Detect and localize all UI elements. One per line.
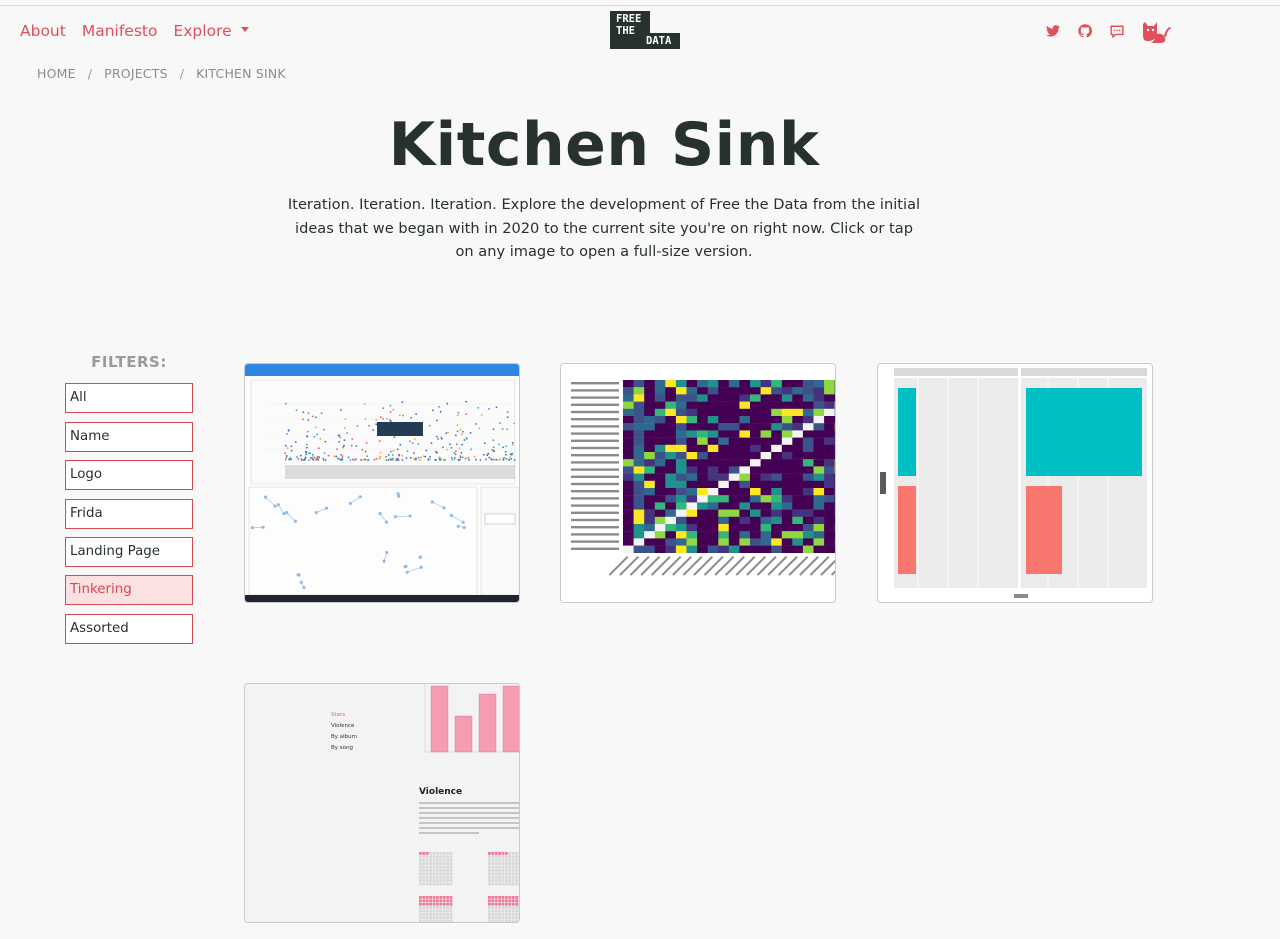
thumbnail-menu-stars: Stars (331, 712, 345, 718)
thumbnail-heading-violence: Violence (419, 787, 462, 797)
filter-name[interactable]: Name (65, 422, 193, 452)
page-description: Iteration. Iteration. Iteration. Explore… (287, 196, 921, 260)
filter-tinkering[interactable]: Tinkering (65, 575, 193, 605)
filter-landing-page[interactable]: Landing Page (65, 537, 193, 567)
top-divider (0, 5, 1280, 6)
cat-icon[interactable] (1142, 18, 1172, 44)
nav-manifesto[interactable]: Manifesto (82, 22, 158, 40)
filter-all[interactable]: All (65, 383, 193, 413)
gallery-thumbnail-heatmap[interactable] (560, 363, 836, 603)
gallery-thumbnail-bar-chart[interactable] (877, 363, 1153, 603)
filter-logo[interactable]: Logo (65, 460, 193, 490)
breadcrumb-home[interactable]: HOME (37, 66, 76, 81)
filter-assorted[interactable]: Assorted (65, 614, 193, 644)
github-icon[interactable] (1078, 24, 1092, 38)
breadcrumb-projects[interactable]: PROJECTS (104, 66, 168, 81)
breadcrumb: HOME / PROJECTS / KITCHEN SINK (37, 66, 286, 81)
main-nav: About Manifesto Explore (20, 22, 249, 40)
gallery-thumbnail-violence-page[interactable]: Stars Violence By album By song Violence (244, 683, 520, 923)
site-logo[interactable]: FREE THE DATA (610, 11, 680, 49)
nav-explore-dropdown[interactable]: Explore (173, 22, 249, 40)
logo-word-data: DATA (646, 35, 672, 47)
comment-icon[interactable] (1110, 25, 1124, 38)
breadcrumb-separator: / (87, 66, 93, 81)
thumbnail-menu-by-song: By song (331, 745, 353, 751)
filter-frida[interactable]: Frida (65, 499, 193, 529)
thumbnail-menu-violence: Violence (331, 723, 355, 729)
page-title: Kitchen Sink (388, 110, 820, 180)
chevron-down-icon (240, 27, 249, 32)
breadcrumb-current: KITCHEN SINK (196, 66, 286, 81)
breadcrumb-separator: / (179, 66, 185, 81)
twitter-icon[interactable] (1046, 25, 1060, 37)
thumbnail-menu-by-album: By album (331, 734, 357, 740)
logo-block-bottom: DATA (640, 33, 680, 49)
gallery-thumbnail-dashboard[interactable] (244, 363, 520, 603)
nav-explore-label: Explore (173, 22, 232, 40)
nav-about[interactable]: About (20, 22, 66, 40)
logo-word-free: FREE (616, 13, 642, 25)
filters-heading: FILTERS: (91, 353, 167, 371)
social-links (1046, 18, 1172, 44)
